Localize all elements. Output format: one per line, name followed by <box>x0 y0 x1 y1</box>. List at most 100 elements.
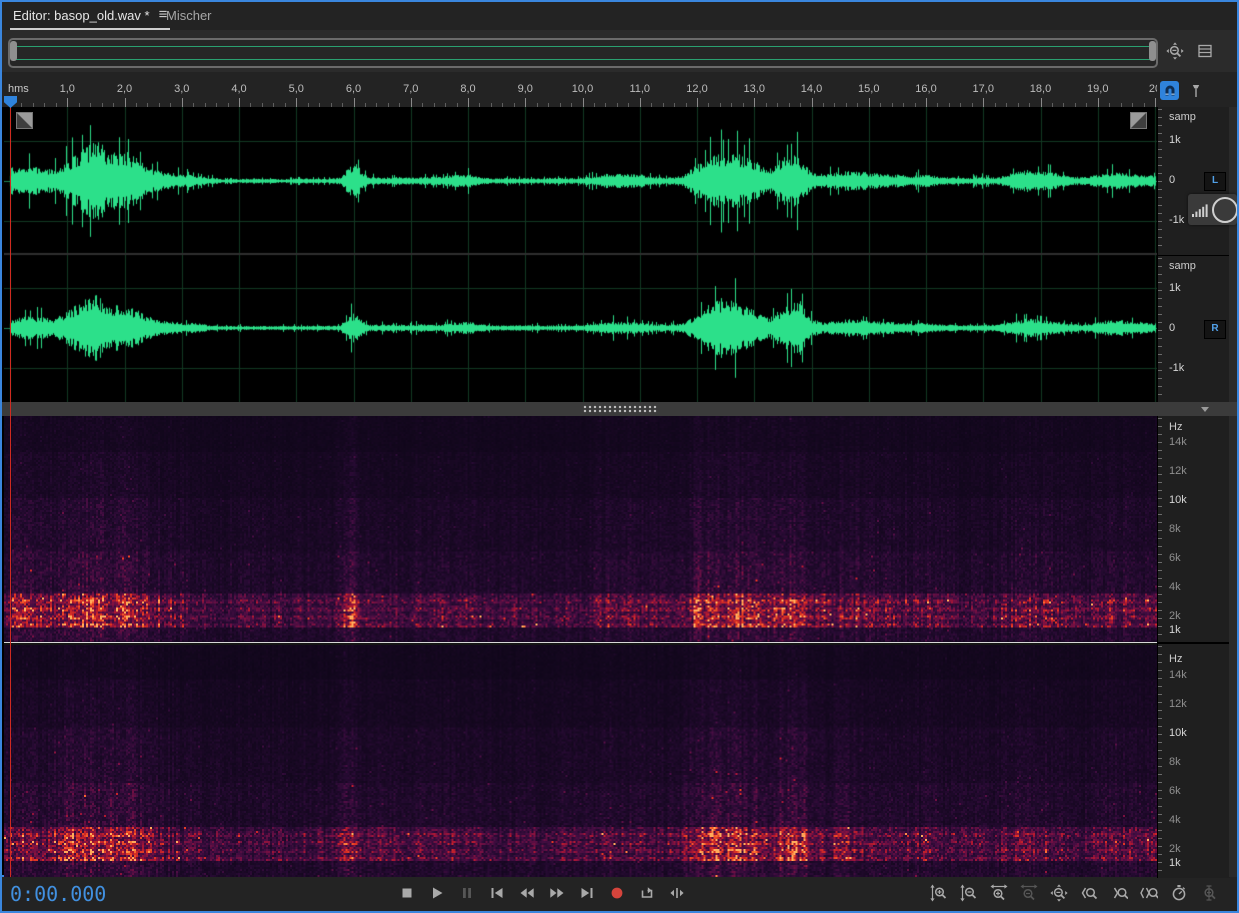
zoom-in-vertical-button[interactable] <box>928 883 950 903</box>
frequency-tick-label: 6k <box>1169 785 1181 797</box>
frequency-tick-label: 2k <box>1169 843 1181 855</box>
zoom-out-full-icon[interactable] <box>1164 40 1186 62</box>
ruler-time-label: 8,0 <box>454 83 482 95</box>
record-button[interactable] <box>606 883 628 903</box>
spectrogram-display[interactable] <box>4 416 1157 877</box>
ruler-time-label: 7,0 <box>397 83 425 95</box>
ruler-time-label: 18,0 <box>1027 83 1055 95</box>
frequency-tick-label: 2k <box>1169 610 1181 622</box>
ruler-time-label: 13,0 <box>740 83 768 95</box>
panel-list-icon[interactable] <box>1194 40 1216 62</box>
ruler-tick <box>411 98 412 107</box>
tab-editor-label: Editor: basop_old.wav * <box>13 8 150 23</box>
amplitude-unit-label: samp <box>1169 260 1196 272</box>
timer-button[interactable] <box>1168 883 1190 903</box>
play-button[interactable] <box>426 883 448 903</box>
overview-navigator[interactable] <box>8 38 1158 68</box>
ruler-time-label: 9,0 <box>511 83 539 95</box>
ruler-tick <box>1155 98 1156 107</box>
ruler-tick <box>697 98 698 107</box>
ruler-tick <box>468 98 469 107</box>
frequency-tick-label: 10k <box>1169 727 1187 739</box>
ruler-tick <box>1041 98 1042 107</box>
volume-hud <box>1188 194 1237 225</box>
frequency-tick-label: 4k <box>1169 581 1181 593</box>
ruler-time-label: 6,0 <box>340 83 368 95</box>
tab-bar: Editor: basop_old.wav * ≡ Mischer <box>2 2 1237 30</box>
amplitude-tick-label: -1k <box>1169 362 1184 374</box>
volume-knob[interactable] <box>1212 197 1238 223</box>
skip-to-start-button[interactable] <box>486 883 508 903</box>
overview-bar <box>2 30 1237 72</box>
waveform-display[interactable] <box>4 107 1157 402</box>
ruler-tick <box>1098 98 1099 107</box>
amplitude-scale-right[interactable]: samp1k0-1kR <box>1157 255 1230 403</box>
zoom-controls <box>928 883 1220 903</box>
navigator-right-handle[interactable] <box>1149 41 1156 61</box>
ruler-tick <box>182 98 183 107</box>
zoom-out-horizontal-button[interactable] <box>1018 883 1040 903</box>
amplitude-tick-label: 1k <box>1169 134 1181 146</box>
tab-editor[interactable]: Editor: basop_old.wav * ≡ <box>10 2 170 30</box>
zoom-reset-button[interactable] <box>1048 883 1070 903</box>
collapse-arrow-icon[interactable] <box>1201 407 1209 412</box>
ruler-tick <box>869 98 870 107</box>
zoom-in-at-in-point-button[interactable] <box>1078 883 1100 903</box>
frequency-tick-label: 14k <box>1169 669 1187 681</box>
snap-toggle-button[interactable] <box>1160 81 1179 100</box>
ruler-time-label: 10,0 <box>569 83 597 95</box>
spectrogram-channel-divider <box>4 642 1157 645</box>
frequency-tick-label: 8k <box>1169 756 1181 768</box>
ruler-time-label: 11,0 <box>626 83 654 95</box>
playhead-line <box>10 96 11 877</box>
corner-handle-icon[interactable] <box>16 112 33 129</box>
loop-playback-button[interactable] <box>636 883 658 903</box>
frequency-tick-label: 14k <box>1169 436 1187 448</box>
pause-button[interactable] <box>456 883 478 903</box>
corner-handle-icon[interactable] <box>1130 112 1147 129</box>
skip-to-end-button[interactable] <box>576 883 598 903</box>
ruler-tick <box>67 98 68 107</box>
rewind-button[interactable] <box>516 883 538 903</box>
zoom-out-vertical-button[interactable] <box>958 883 980 903</box>
frequency-tick-label: 8k <box>1169 523 1181 535</box>
zoom-to-selection-button[interactable] <box>1138 883 1160 903</box>
ruler-tick <box>125 98 126 107</box>
fast-forward-button[interactable] <box>546 883 568 903</box>
zoom-in-horizontal-button[interactable] <box>988 883 1010 903</box>
transport-controls <box>396 883 688 903</box>
frequency-tick-label: 6k <box>1169 552 1181 564</box>
frequency-tick-label: 1k <box>1169 624 1181 636</box>
ruler-time-label: 19,0 <box>1084 83 1112 95</box>
ruler-tick <box>296 98 297 107</box>
tab-mischer[interactable]: Mischer <box>166 2 212 28</box>
frequency-unit-label: Hz <box>1169 421 1182 433</box>
amplitude-scale-left[interactable]: samp1k0-1kL <box>1157 107 1230 255</box>
frequency-scale-left[interactable]: Hz14k12k10k8k6k4k2k1k <box>1157 416 1230 642</box>
ruler-tick <box>926 98 927 107</box>
timeline-ruler[interactable]: hms 1,02,03,04,05,06,07,08,09,010,011,01… <box>2 72 1237 108</box>
ruler-time-label: 2,0 <box>111 83 139 95</box>
ruler-time-label: 15,0 <box>855 83 883 95</box>
wave-spectral-splitter[interactable] <box>2 402 1237 416</box>
zoom-time-selection-button[interactable] <box>1198 883 1220 903</box>
ruler-tick <box>239 98 240 107</box>
time-display[interactable]: 0:00.000 <box>10 882 106 906</box>
channel-r-button[interactable]: R <box>1204 320 1226 339</box>
channel-l-button[interactable]: L <box>1204 172 1226 191</box>
skip-selection-button[interactable] <box>666 883 688 903</box>
ruler-time-label: 17,0 <box>969 83 997 95</box>
overview-wave-line-right <box>13 59 1153 60</box>
marker-pin-icon[interactable] <box>1187 81 1205 100</box>
zoom-in-at-out-point-button[interactable] <box>1108 883 1130 903</box>
ruler-time-label: 12,0 <box>683 83 711 95</box>
tab-mischer-label: Mischer <box>166 8 212 23</box>
navigator-left-handle[interactable] <box>10 41 17 61</box>
frequency-scale-right[interactable]: Hz14k12k10k8k6k4k2k1k <box>1157 643 1230 878</box>
ruler-tick <box>354 98 355 107</box>
transport-bar: 0:00.000 <box>2 875 1237 911</box>
frequency-tick-label: 4k <box>1169 814 1181 826</box>
ruler-time-label: 5,0 <box>282 83 310 95</box>
splitter-grip-icon[interactable] <box>583 405 657 413</box>
stop-button[interactable] <box>396 883 418 903</box>
